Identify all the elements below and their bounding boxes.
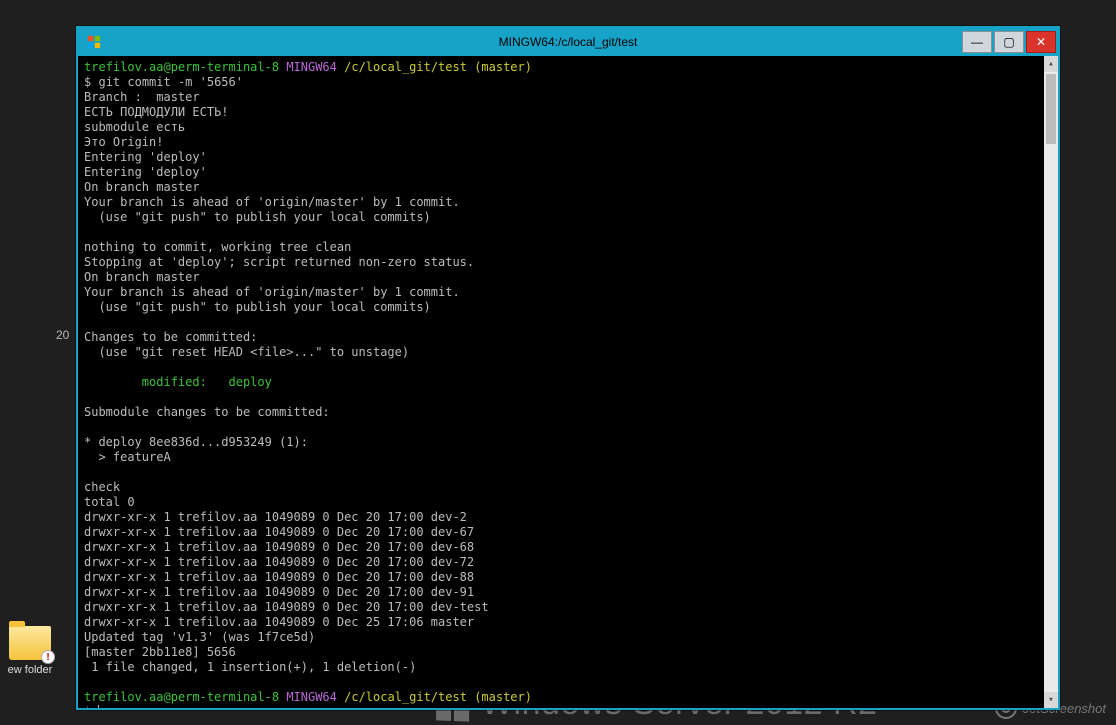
desktop-folder[interactable]: ! ew folder [0,626,60,676]
output-block-2: Submodule changes to be committed: * dep… [84,405,489,674]
titlebar[interactable]: MINGW64:/c/local_git/test — ▢ ✕ [78,28,1058,56]
app-icon [84,32,104,52]
desktop: 20 ! ew folder Windows Server 2012 R2 Je… [0,0,1116,725]
output-block-1: Branch : master ЕСТЬ ПОДМОДУЛИ ЕСТЬ! sub… [84,90,474,359]
prompt-path: /c/local_git/test [344,60,467,74]
scroll-down-button[interactable]: ▾ [1044,692,1058,708]
scroll-thumb[interactable] [1046,74,1056,144]
terminal-output: trefilov.aa@perm-terminal-8 MINGW64 /c/l… [78,56,1044,708]
terminal-body[interactable]: trefilov.aa@perm-terminal-8 MINGW64 /c/l… [78,56,1044,708]
cursor[interactable] [98,705,99,708]
prompt-branch: (master) [474,690,532,704]
prompt-user-host: trefilov.aa@perm-terminal-8 [84,690,279,704]
folder-icon: ! [9,626,51,660]
folder-label: ew folder [0,664,60,676]
prompt-env: MINGW64 [286,690,337,704]
prompt-sigil: $ [84,705,91,708]
cmd-line: git commit -m '5656' [98,75,243,89]
prompt-sigil: $ [84,75,91,89]
close-button[interactable]: ✕ [1026,31,1056,53]
prompt-env: MINGW64 [286,60,337,74]
scrollbar[interactable]: ▴ ▾ [1044,56,1058,708]
gutter-line-number: 20 [56,328,69,342]
window-title: MINGW64:/c/local_git/test [78,35,1058,49]
minimize-button[interactable]: — [962,31,992,53]
modified-line: modified: deploy [84,375,272,389]
maximize-button[interactable]: ▢ [994,31,1024,53]
scroll-up-button[interactable]: ▴ [1044,56,1058,72]
warning-badge-icon: ! [41,650,55,664]
window-controls: — ▢ ✕ [960,31,1058,53]
prompt-path: /c/local_git/test [344,690,467,704]
terminal-window: MINGW64:/c/local_git/test — ▢ ✕ trefilov… [76,26,1060,710]
prompt-branch: (master) [474,60,532,74]
prompt-user-host: trefilov.aa@perm-terminal-8 [84,60,279,74]
